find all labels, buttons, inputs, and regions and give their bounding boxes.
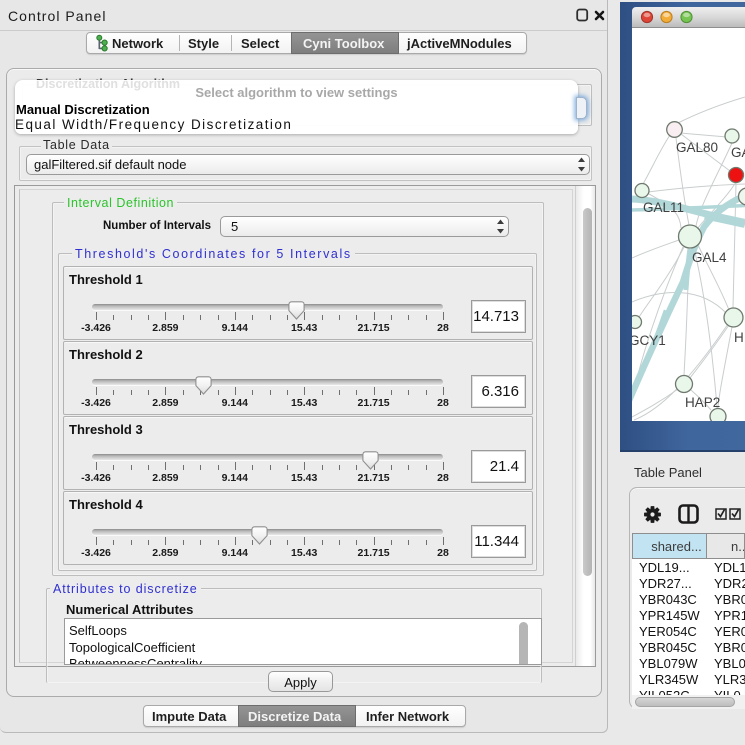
svg-text:GCY1: GCY1 xyxy=(632,333,666,348)
svg-text:H: H xyxy=(734,330,744,345)
svg-text:GAL4: GAL4 xyxy=(692,250,727,265)
svg-text:GAL80: GAL80 xyxy=(676,140,718,155)
svg-text:GA: GA xyxy=(731,145,745,160)
svg-text:HAP2: HAP2 xyxy=(685,395,720,410)
svg-text:GAL11: GAL11 xyxy=(643,200,684,215)
